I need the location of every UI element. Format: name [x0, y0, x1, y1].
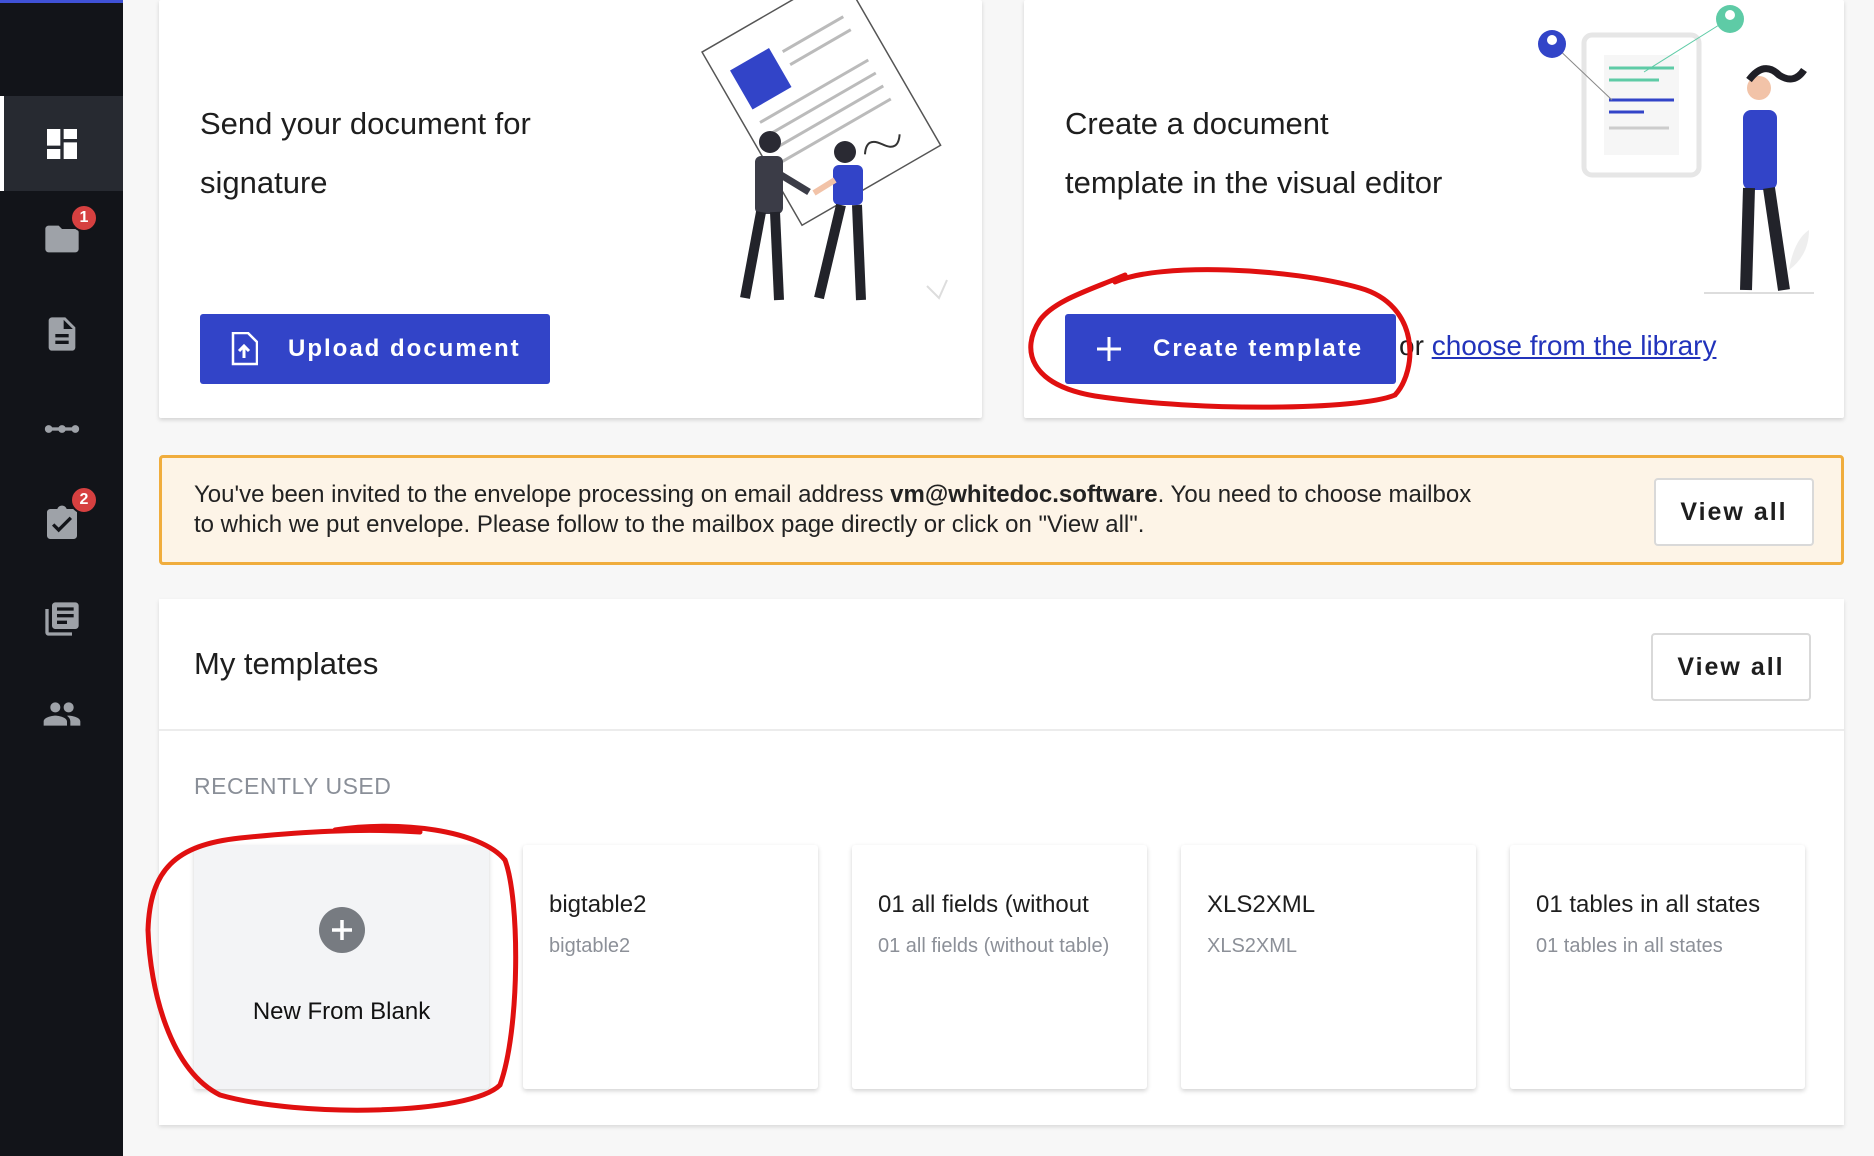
editor-illustration — [1538, 5, 1814, 294]
my-templates-section: My templates View all RECENTLY USED New … — [159, 599, 1844, 1125]
send-card-title-line2: signature — [200, 165, 328, 200]
template-card-tables-all-states[interactable]: 01 tables in all states 01 tables in all… — [1510, 845, 1805, 1089]
template-card-title-line1: Create a document — [1065, 106, 1329, 141]
create-template-card: Create a document template in the visual… — [1024, 0, 1844, 418]
send-card-title-line1: Send your document for — [200, 106, 531, 141]
sidebar-item-contacts[interactable] — [0, 666, 123, 761]
sidebar-top-accent — [0, 0, 123, 3]
recently-used-label: RECENTLY USED — [194, 773, 392, 799]
my-templates-title: My templates — [194, 646, 379, 681]
sidebar-item-workflows[interactable] — [0, 381, 123, 476]
sidebar-item-tasks[interactable]: 2 — [0, 476, 123, 571]
upload-file-icon — [230, 332, 258, 366]
invite-view-all-button[interactable]: View all — [1654, 478, 1814, 546]
template-card-bigtable2[interactable]: bigtable2 bigtable2 — [523, 845, 818, 1089]
template-subtitle: 01 all fields (without table) — [878, 935, 1110, 957]
template-name: XLS2XML — [1207, 891, 1316, 918]
sidebar-item-folders[interactable]: 1 — [0, 191, 123, 286]
document-icon — [48, 316, 75, 351]
dashboard-icon — [46, 128, 77, 159]
templates-divider — [159, 729, 1844, 731]
template-name: 01 all fields (without — [878, 891, 1089, 918]
send-card-title: Send your document for signature — [200, 94, 531, 212]
folder-badge: 1 — [70, 204, 98, 232]
invite-banner: You've been invited to the envelope proc… — [159, 455, 1844, 565]
templates-view-all-button[interactable]: View all — [1651, 633, 1811, 701]
sidebar-item-documents[interactable] — [0, 286, 123, 381]
choose-from-library-link[interactable]: choose from the library — [1432, 330, 1717, 361]
invite-message: You've been invited to the envelope proc… — [194, 480, 1494, 540]
invite-email: vm@whitedoc.software — [890, 481, 1158, 508]
create-template-label: Create template — [1153, 335, 1364, 362]
plus-icon — [1095, 335, 1123, 363]
or-text: or — [1399, 330, 1432, 361]
workflow-icon — [44, 424, 79, 433]
template-subtitle: bigtable2 — [549, 935, 631, 957]
template-card-all-fields[interactable]: 01 all fields (without 01 all fields (wi… — [852, 845, 1147, 1089]
new-from-blank-label: New From Blank — [252, 998, 431, 1025]
upload-document-label: Upload document — [288, 335, 521, 362]
template-name: 01 tables in all states — [1536, 891, 1761, 918]
signing-illustration — [701, 0, 948, 301]
invite-text-before: You've been invited to the envelope proc… — [194, 481, 891, 508]
template-subtitle: 01 tables in all states — [1536, 935, 1723, 957]
tasks-badge: 2 — [70, 486, 98, 514]
library-link-text: or choose from the library — [1399, 330, 1716, 362]
template-card-title-line2: template in the visual editor — [1065, 165, 1443, 200]
sidebar-item-dashboard[interactable] — [0, 96, 123, 191]
library-icon — [44, 601, 79, 636]
template-card-title: Create a document template in the visual… — [1065, 94, 1442, 212]
add-circle-icon — [319, 907, 365, 953]
upload-document-button[interactable]: Upload document — [200, 314, 550, 384]
send-document-card: Send your document for signature Upload … — [159, 0, 982, 418]
template-card-xls2xml[interactable]: XLS2XML XLS2XML — [1181, 845, 1476, 1089]
sidebar-item-library[interactable] — [0, 571, 123, 666]
people-icon — [43, 701, 80, 726]
template-name: bigtable2 — [549, 891, 647, 918]
new-from-blank-card[interactable]: New From Blank — [194, 845, 489, 1089]
create-template-button[interactable]: Create template — [1065, 314, 1396, 384]
sidebar: 1 2 — [0, 0, 123, 1156]
template-subtitle: XLS2XML — [1207, 935, 1298, 957]
